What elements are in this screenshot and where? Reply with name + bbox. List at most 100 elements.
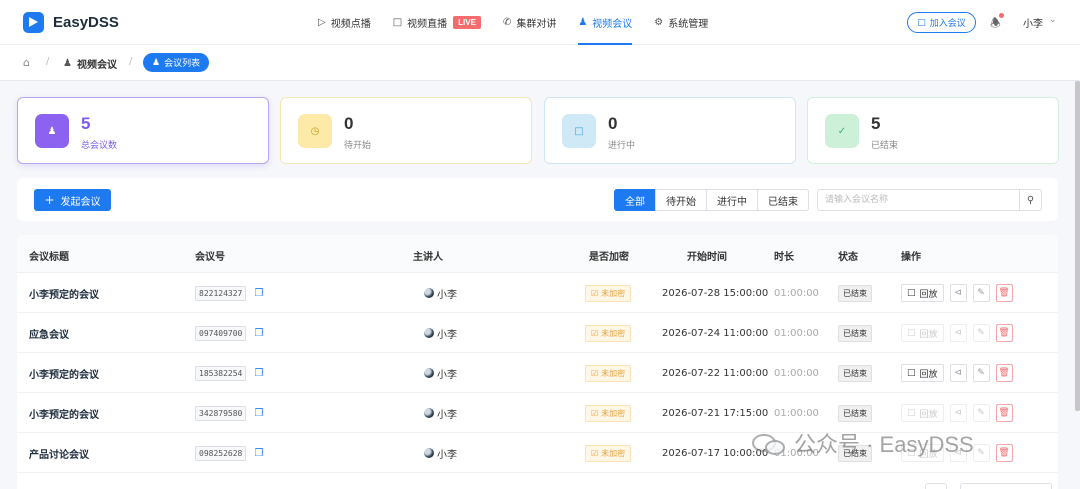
notification-dot [999,13,1004,18]
edit-icon[interactable]: ✎ [972,284,990,302]
copy-icon[interactable]: ❐ [254,368,263,379]
app-logo[interactable]: EasyDSS [23,12,119,33]
share-icon[interactable]: ⊲ [949,284,967,302]
encryption-badge: ☑ 未加密 [585,324,632,342]
pagination-size-select[interactable] [960,483,1052,489]
delete-icon[interactable]: 🗑 [995,404,1013,422]
delete-icon[interactable]: 🗑 [995,324,1013,342]
edit-icon[interactable]: ✎ [972,364,990,382]
share-icon[interactable]: ⊲ [949,324,967,342]
main-nav: ▷ 视频点播 □ 视频直播 LIVE ✆ 集群对讲 ♟ 视频会议 ⚙ 系统管理 [318,0,730,45]
breadcrumb-current-label: 会议列表 [164,59,201,69]
stat-value: 0 [608,114,618,133]
pagination-button[interactable] [925,483,947,489]
actions-cell: □ 回放 ⊲ ✎ 🗑 [901,273,1013,313]
copy-icon[interactable]: ❐ [254,408,263,419]
status-filter: 全部 待开始 进行中 已结束 [614,189,809,211]
nav-item-vod[interactable]: ▷ 视频点播 [318,0,371,45]
column-header: 操作 [901,252,921,263]
meeting-title[interactable]: 小李预定的会议 [29,273,99,313]
nav-item-live[interactable]: □ 视频直播 LIVE [393,0,481,45]
edit-icon[interactable]: ✎ [972,324,990,342]
share-icon[interactable]: ⊲ [949,404,967,422]
encryption-label: 未加密 [601,368,626,378]
avatar [424,448,434,458]
host-name: 小李 [437,449,457,461]
user-name[interactable]: 小李 [1023,15,1043,30]
column-header: 会议标题 [29,252,69,263]
watermark: 公众号 · EasyDSS [752,427,974,459]
edit-icon[interactable]: ✎ [972,444,990,462]
delete-icon[interactable]: 🗑 [995,284,1013,302]
stat-label: 总会议数 [81,141,118,151]
search-box: ⚲ [817,189,1042,211]
playback-label: 回放 [919,329,938,340]
filter-ended[interactable]: 已结束 [757,189,809,211]
playback-button[interactable]: □ 回放 [901,364,944,382]
playback-label: 回放 [919,409,938,420]
nav-item-meeting[interactable]: ♟ 视频会议 [578,0,632,45]
playback-button[interactable]: □ 回放 [901,284,944,302]
search-icon[interactable]: ⚲ [1019,190,1041,210]
meeting-code: 097409700 [195,325,247,341]
nav-item-system[interactable]: ⚙ 系统管理 [654,0,708,45]
stat-card-pending[interactable]: ◷ 0 待开始 [280,97,532,164]
meeting-title[interactable]: 产品讨论会议 [29,433,89,473]
encryption-cell: ☑ 未加密 [585,273,632,313]
search-input[interactable] [818,190,1019,210]
meeting-title[interactable]: 小李预定的会议 [29,393,99,433]
copy-icon[interactable]: ❐ [254,328,263,339]
edit-icon[interactable]: ✎ [972,404,990,422]
playback-button[interactable]: □ 回放 [901,324,944,342]
breadcrumb-current[interactable]: ♟ 会议列表 [143,53,210,72]
filter-all[interactable]: 全部 [614,189,656,211]
watermark-text: 公众号 · EasyDSS [794,432,974,457]
encryption-badge: ☑ 未加密 [585,364,632,382]
stat-card-ongoing[interactable]: □ 0 进行中 [544,97,796,164]
column-header: 是否加密 [589,252,629,263]
avatar [424,288,434,298]
status-badge: 已结束 [838,364,872,382]
actions-cell: □ 回放 ⊲ ✎ 🗑 [901,313,1013,353]
share-icon[interactable]: ⊲ [949,364,967,382]
status-cell: 已结束 [838,273,872,313]
join-meeting-button[interactable]: □ 加入会议 [907,12,976,33]
actions-cell: □ 回放 ⊲ ✎ 🗑 [901,353,1013,393]
start-time: 2026-07-28 15:00:00 [662,287,769,299]
playback-label: 回放 [919,369,938,380]
breadcrumb-separator: / [46,56,50,67]
stat-card-total[interactable]: ♟ 5 总会议数 [17,97,269,164]
people-icon: ♟ [152,57,161,68]
chevron-down-icon[interactable]: ⌄ [1049,15,1057,25]
nav-item-label: 视频点播 [330,19,371,30]
copy-icon[interactable]: ❐ [254,288,263,299]
start-meeting-button[interactable]: + 发起会议 [34,189,111,211]
stat-card-ended[interactable]: ✓ 5 已结束 [807,97,1059,164]
video-camera-icon: □ [392,17,403,28]
home-icon[interactable]: ⌂ [23,56,30,69]
wechat-icon [752,430,786,456]
meeting-code: 822124327 [195,285,247,301]
video-camera-icon: □ [907,408,916,418]
encryption-badge: ☑ 未加密 [585,284,632,302]
meeting-title[interactable]: 应急会议 [29,313,69,353]
meeting-title[interactable]: 小李预定的会议 [29,353,99,393]
nav-item-intercom[interactable]: ✆ 集群对讲 [503,0,556,45]
toolbar: + 发起会议 全部 待开始 进行中 已结束 ⚲ [17,178,1058,221]
start-meeting-label: 发起会议 [60,196,101,208]
check-circle-icon: ✓ [825,114,859,148]
delete-icon[interactable]: 🗑 [995,364,1013,382]
breadcrumb-meeting[interactable]: ♟ 视频会议 [63,56,117,71]
status-cell: 已结束 [838,313,872,353]
copy-icon[interactable]: ❐ [254,448,263,459]
filter-ongoing[interactable]: 进行中 [706,189,758,211]
meeting-code: 185382254 [195,365,247,381]
column-header: 时长 [774,252,794,263]
stat-value: 0 [344,114,354,133]
delete-icon[interactable]: 🗑 [995,444,1013,462]
playback-button[interactable]: □ 回放 [901,404,944,422]
scrollbar[interactable] [1075,81,1080,411]
host-cell: 小李 [424,393,457,433]
filter-pending[interactable]: 待开始 [655,189,707,211]
people-icon: ♟ [35,114,69,148]
